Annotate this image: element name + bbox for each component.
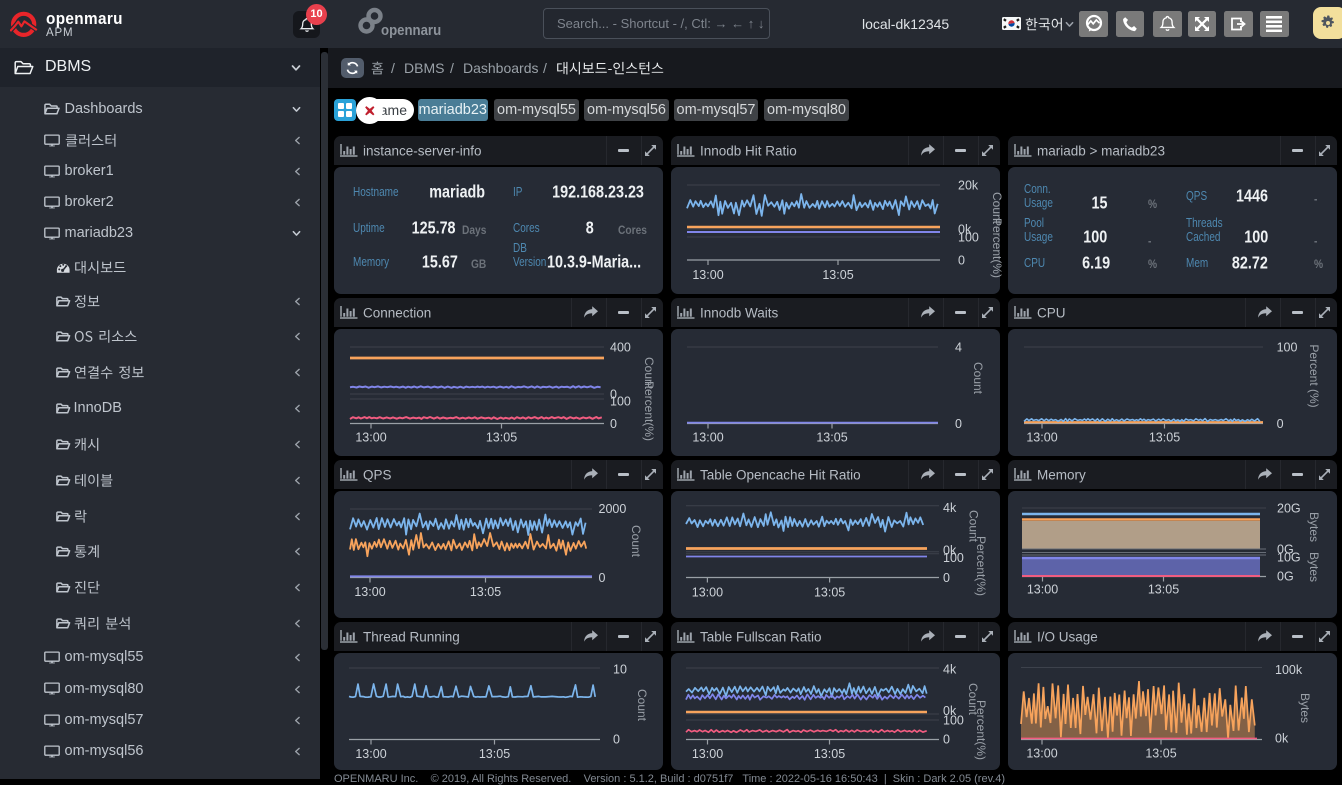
svg-text:0: 0 [955, 417, 962, 431]
svg-text:13:00: 13:00 [355, 747, 386, 761]
svg-text:Percent(%): Percent(%) [974, 536, 988, 596]
svg-text:13:00: 13:00 [1026, 431, 1057, 445]
svg-text:Count: Count [635, 689, 649, 722]
svg-text:0: 0 [599, 571, 606, 585]
svg-text:2000: 2000 [599, 502, 627, 516]
svg-text:100: 100 [958, 231, 979, 245]
svg-text:Percent (%): Percent (%) [1307, 344, 1321, 407]
svg-text:13:05: 13:05 [1145, 747, 1176, 761]
svg-text:4k: 4k [943, 501, 957, 515]
svg-text:13:00: 13:00 [692, 431, 723, 445]
svg-text:20k: 20k [958, 179, 979, 193]
svg-text:100k: 100k [1275, 663, 1303, 677]
svg-text:0G: 0G [1277, 570, 1294, 584]
svg-text:Bytes: Bytes [1298, 693, 1312, 723]
svg-text:100: 100 [943, 551, 964, 565]
svg-text:0k: 0k [1275, 732, 1289, 746]
svg-text:13:05: 13:05 [486, 431, 517, 445]
svg-text:4: 4 [955, 341, 962, 355]
svg-text:13:00: 13:00 [692, 586, 723, 600]
svg-text:13:05: 13:05 [822, 268, 853, 282]
svg-text:13:00: 13:00 [354, 585, 385, 599]
svg-text:Bytes: Bytes [1307, 552, 1321, 582]
svg-text:10: 10 [613, 663, 627, 677]
svg-text:Bytes: Bytes [1307, 512, 1321, 542]
svg-text:10G: 10G [1277, 551, 1301, 565]
svg-text:0: 0 [610, 417, 617, 431]
svg-text:13:05: 13:05 [1149, 431, 1180, 445]
svg-text:13:05: 13:05 [470, 585, 501, 599]
svg-text:Percent(%): Percent(%) [642, 381, 656, 441]
svg-text:13:00: 13:00 [692, 747, 723, 761]
svg-text:13:00: 13:00 [692, 268, 723, 282]
svg-text:4k: 4k [943, 663, 957, 677]
svg-text:Count: Count [629, 525, 643, 558]
svg-text:13:00: 13:00 [1027, 583, 1058, 597]
svg-text:13:05: 13:05 [814, 586, 845, 600]
svg-text:0: 0 [1277, 417, 1284, 431]
svg-text:13:05: 13:05 [479, 747, 510, 761]
svg-text:100: 100 [943, 714, 964, 728]
svg-text:0: 0 [943, 733, 950, 747]
svg-text:13:05: 13:05 [1148, 583, 1179, 597]
svg-text:Count: Count [971, 362, 985, 395]
svg-text:20G: 20G [1277, 502, 1301, 516]
svg-text:400: 400 [610, 341, 631, 355]
svg-text:0: 0 [613, 733, 620, 747]
svg-text:100: 100 [610, 395, 631, 409]
svg-text:0: 0 [958, 254, 965, 268]
svg-text:13:05: 13:05 [816, 431, 847, 445]
svg-text:13:05: 13:05 [814, 747, 845, 761]
svg-text:13:00: 13:00 [1026, 747, 1057, 761]
svg-text:13:00: 13:00 [355, 431, 386, 445]
svg-text:Percent(%): Percent(%) [974, 700, 988, 760]
svg-text:Percent(%): Percent(%) [990, 218, 1004, 278]
svg-text:0: 0 [943, 571, 950, 585]
svg-text:100: 100 [1277, 341, 1298, 355]
